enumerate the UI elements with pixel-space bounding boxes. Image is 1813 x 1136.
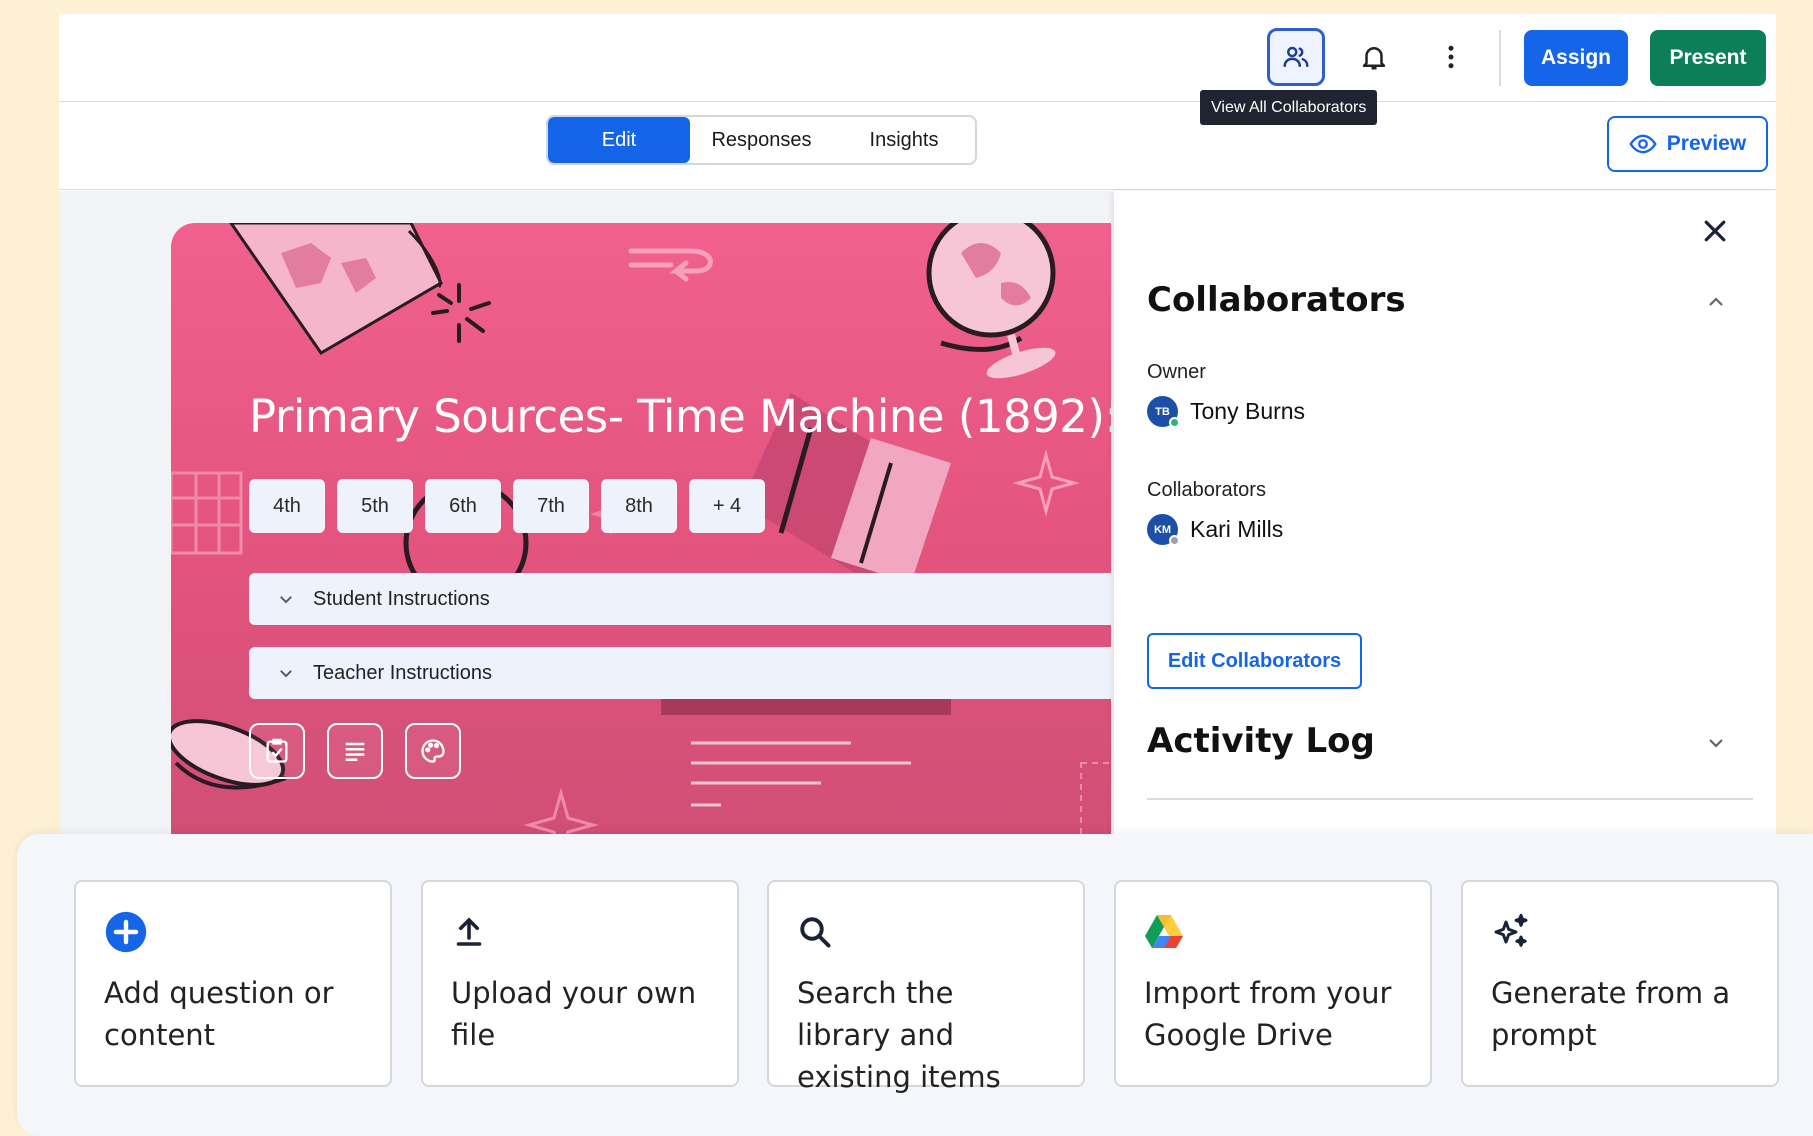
google-drive-card[interactable]: Import from your Google Drive (1114, 880, 1432, 1087)
notifications-button[interactable] (1345, 28, 1403, 86)
owner-name: Tony Burns (1190, 398, 1306, 424)
preview-button[interactable]: Preview (1607, 116, 1768, 172)
description-button[interactable] (327, 723, 383, 779)
grade-chip[interactable]: 7th (513, 479, 589, 533)
online-status-dot (1169, 417, 1180, 428)
google-drive-icon (1144, 910, 1188, 954)
card-label: Upload your own file (451, 976, 697, 1052)
activity-cover: Primary Sources- Time Machine (1892): Th… (171, 223, 1111, 863)
add-circle-icon (104, 910, 148, 954)
grade-chip[interactable]: 8th (601, 479, 677, 533)
bell-icon (1362, 47, 1386, 70)
close-icon[interactable] (1700, 216, 1730, 246)
grade-chip[interactable]: 4th (249, 479, 325, 533)
mode-bar: Edit Responses Insights Preview (59, 102, 1776, 190)
preview-label: Preview (1666, 132, 1747, 155)
mode-tabs: Edit Responses Insights (546, 115, 977, 165)
avatar-initials: TB (1155, 405, 1170, 418)
collaborators-heading: Collaborators (1147, 280, 1406, 320)
offline-status-dot (1169, 535, 1180, 546)
tab-responses[interactable]: Responses (690, 117, 833, 163)
present-button[interactable]: Present (1650, 30, 1766, 86)
assign-button[interactable]: Assign (1524, 30, 1628, 86)
more-options-button[interactable] (1422, 28, 1480, 86)
chevron-down-icon (280, 670, 292, 678)
chevron-up-icon[interactable] (1704, 290, 1728, 314)
more-vertical-icon (1448, 45, 1454, 69)
add-content-tray: Add question or content Upload your own … (17, 834, 1813, 1136)
add-question-card[interactable]: Add question or content (74, 880, 392, 1087)
activity-log-heading[interactable]: Activity Log (1147, 721, 1375, 761)
card-label: Generate from a prompt (1491, 976, 1731, 1052)
avatar: TB (1147, 396, 1180, 428)
student-instructions-toggle[interactable]: Student Instructions (249, 573, 1111, 625)
search-icon (797, 910, 841, 954)
tab-edit[interactable]: Edit (548, 117, 690, 163)
view-collaborators-button[interactable] (1267, 28, 1325, 86)
chevron-down-icon (280, 596, 292, 604)
more-grades-chip[interactable]: + 4 (689, 479, 765, 533)
generate-prompt-card[interactable]: Generate from a prompt (1461, 880, 1779, 1087)
collaborator-name: Kari Mills (1190, 516, 1284, 542)
tooltip: View All Collaborators (1200, 90, 1378, 125)
grade-chip[interactable]: 6th (425, 479, 501, 533)
upload-icon (451, 910, 495, 954)
collaborators-label: Collaborators (1147, 479, 1266, 501)
card-label: Add question or content (104, 976, 334, 1052)
palette-icon (421, 739, 445, 763)
grade-levels: 4th 5th 6th 7th 8th + 4 (249, 479, 765, 533)
collaborators-icon (1283, 46, 1309, 67)
checklist-icon (266, 738, 288, 763)
top-toolbar: Assign Present (59, 14, 1776, 102)
owner-label: Owner (1147, 361, 1206, 383)
eye-icon (1629, 134, 1657, 154)
theme-button[interactable] (405, 723, 461, 779)
card-label: Import from your Google Drive (1144, 976, 1392, 1052)
chevron-down-icon[interactable] (1704, 731, 1728, 755)
card-label: Search the library and existing items (797, 976, 1001, 1094)
cover-tools (249, 723, 461, 779)
toolbar-divider (1499, 30, 1501, 86)
text-lines-icon (345, 742, 365, 762)
avatar-initials: KM (1153, 523, 1172, 536)
activity-title[interactable]: Primary Sources- Time Machine (1892): Th (249, 390, 1111, 443)
divider (1147, 798, 1753, 800)
collaborator-row: KM Kari Mills (1147, 514, 1284, 546)
search-library-card[interactable]: Search the library and existing items (767, 880, 1085, 1094)
teacher-instructions-toggle[interactable]: Teacher Instructions (249, 647, 1111, 699)
standards-button[interactable] (249, 723, 305, 779)
tab-insights[interactable]: Insights (833, 117, 975, 163)
edit-collaborators-button[interactable]: Edit Collaborators (1147, 633, 1362, 689)
avatar: KM (1147, 514, 1180, 546)
sparkle-icon (1491, 910, 1535, 954)
upload-file-card[interactable]: Upload your own file (421, 880, 739, 1087)
grade-chip[interactable]: 5th (337, 479, 413, 533)
owner-row: TB Tony Burns (1147, 396, 1306, 428)
teacher-instructions-label: Teacher Instructions (313, 661, 492, 684)
student-instructions-label: Student Instructions (313, 587, 490, 610)
